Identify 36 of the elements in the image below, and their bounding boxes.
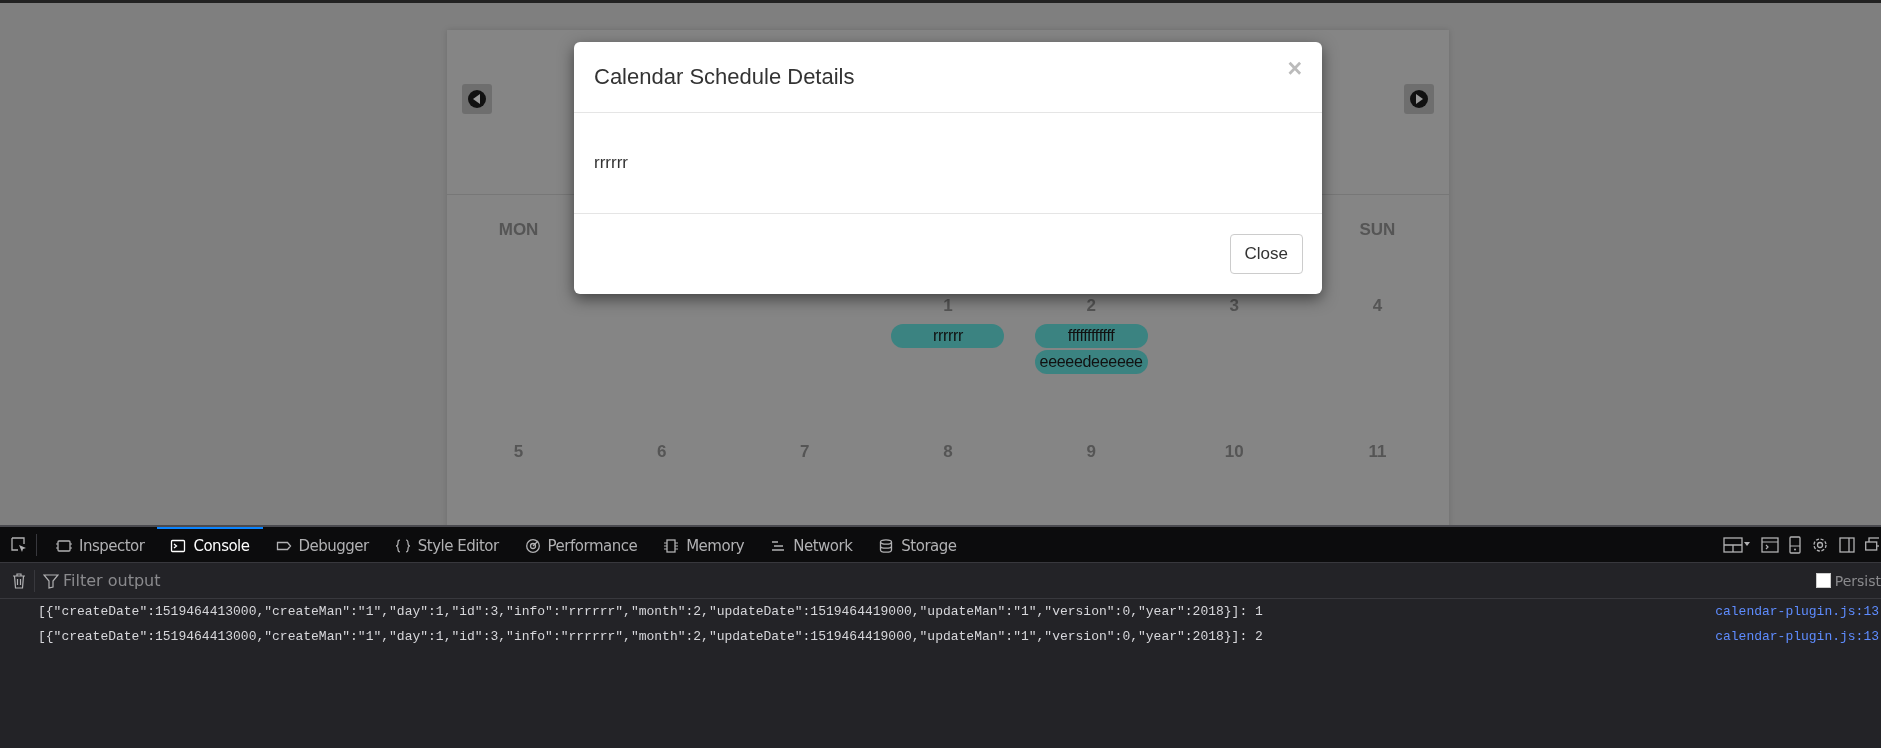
- event-pill[interactable]: eeeeedeeeeee: [1034, 350, 1148, 374]
- devtools-tab[interactable]: Inspector: [43, 527, 158, 562]
- source-link[interactable]: calendar-plugin.js:13: [1715, 629, 1879, 644]
- filter-icon: [43, 572, 59, 589]
- database-icon: [878, 537, 895, 554]
- devtools-tab[interactable]: Style Editor: [381, 527, 512, 562]
- event-pill[interactable]: ffffffffffff: [1034, 324, 1148, 348]
- modal-title: Calendar Schedule Details: [594, 64, 855, 90]
- persist-checkbox[interactable]: [1815, 573, 1831, 588]
- next-month-button[interactable]: [1404, 84, 1434, 114]
- filter-field[interactable]: Filter output: [59, 571, 1816, 590]
- event-pill[interactable]: rrrrrr: [891, 324, 1005, 348]
- gauge-icon: [524, 537, 541, 554]
- devtools-tab[interactable]: Console: [157, 527, 263, 562]
- persist-label: Persist: [1834, 572, 1881, 589]
- devtools-tab[interactable]: Network: [757, 527, 866, 562]
- split-console-icon: [1761, 535, 1779, 554]
- chip-icon: [663, 537, 680, 554]
- devtools-tab[interactable]: Storage: [865, 527, 970, 562]
- console-message: [{"createDate":1519464413000,"createMan":"1","day":1,"id":3,"info":"rrrrrr","month":2,"updateDate":1519464419000,"updateMan":"1","version":0,"year":2018}]: 1: [38, 604, 1263, 619]
- close-button[interactable]: Close: [1229, 234, 1303, 274]
- console-message: [{"createDate":1519464413000,"createMan":"1","day":1,"id":3,"info":"rrrrrr","month":2,"updateDate":1519464419000,"updateMan":"1","version":0,"year":2018}]: 2: [38, 629, 1263, 644]
- modal-text: rrrrrr: [594, 153, 628, 173]
- trash-icon: [12, 572, 26, 589]
- devtools-tab[interactable]: Debugger: [262, 527, 382, 562]
- layout-menu-icon: [1723, 535, 1751, 554]
- devtools-tab[interactable]: Memory: [650, 527, 758, 562]
- phone-icon: [1789, 535, 1801, 554]
- source-link[interactable]: calendar-plugin.js:13: [1715, 604, 1879, 619]
- dock-side-icon: [1839, 535, 1855, 554]
- devtools-tab[interactable]: Performance: [511, 527, 651, 562]
- element-picker-icon: [10, 535, 28, 554]
- braces-icon: [394, 537, 411, 554]
- frame-icon: [56, 537, 72, 554]
- console-icon: [170, 537, 187, 554]
- previous-month-button[interactable]: [462, 84, 492, 114]
